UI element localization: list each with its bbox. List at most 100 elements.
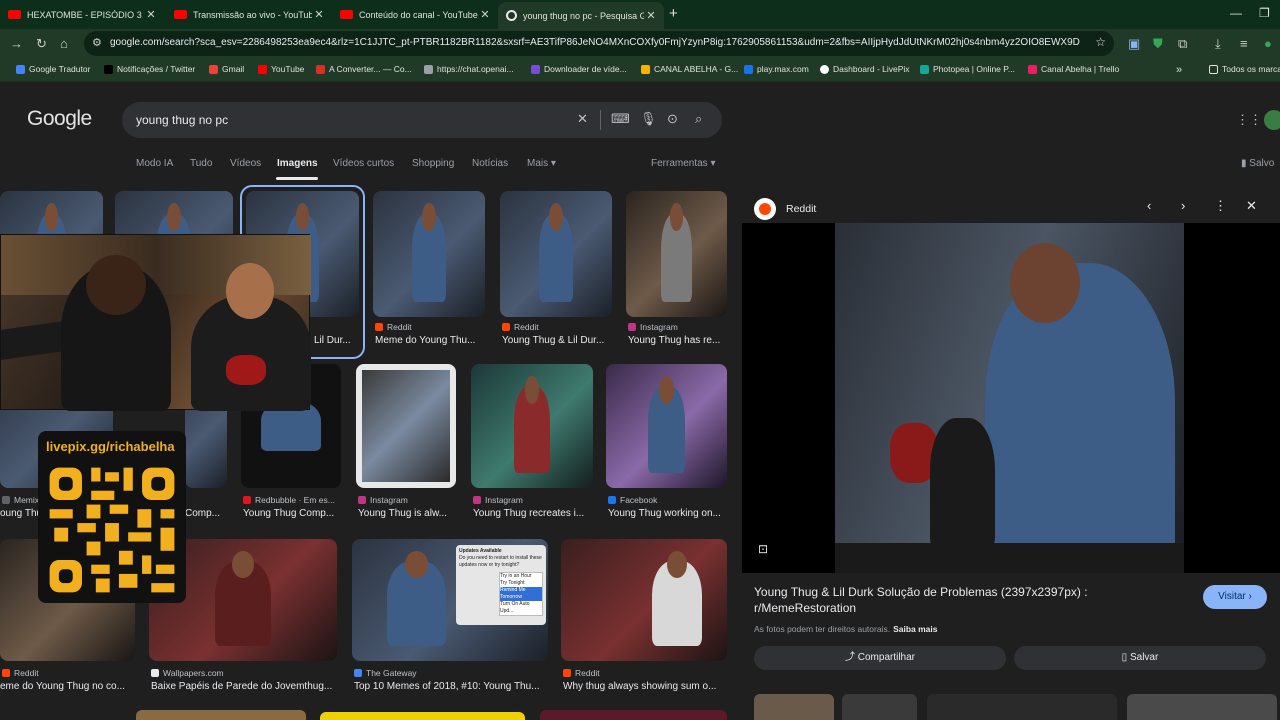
image-result-partial[interactable] (540, 710, 727, 720)
image-result[interactable]: Reddit Why thug always showing sum o... (561, 539, 727, 699)
tab-hexatombe[interactable]: HEXATOMBE - EPISÓDIO 3 - "U...✕ (0, 3, 164, 26)
keyboard-icon[interactable]: ⌨ (611, 111, 630, 127)
bookmark-star-icon[interactable]: ☆ (1095, 35, 1106, 49)
result-title[interactable]: Comp... (185, 508, 227, 519)
result-thumbnail[interactable] (626, 191, 727, 317)
result-title[interactable]: Baixe Papéis de Parede do Jovemthug... (151, 681, 337, 692)
bookmark-converter[interactable]: A Converter... — Co... (316, 64, 412, 74)
search-input[interactable]: young thug no pc (136, 113, 228, 127)
site-info-icon[interactable]: ⚙ (92, 36, 102, 49)
bookmark-gmail[interactable]: Gmail (209, 64, 244, 74)
bookmark-photopea[interactable]: Photopea | Online P... (920, 64, 1015, 74)
saved-link[interactable]: ▮ Salvo (1241, 158, 1274, 169)
tab-shopping[interactable]: Shopping (412, 158, 454, 169)
image-result[interactable]: Instagram Young Thug has re... (626, 191, 727, 356)
bookmark-all[interactable]: Todos os marca... (1209, 64, 1280, 74)
preview-image[interactable] (835, 223, 1184, 573)
result-thumbnail[interactable] (606, 364, 727, 488)
next-icon[interactable]: › (1181, 198, 1185, 213)
bookmark-twitter[interactable]: Notificações / Twitter (104, 64, 195, 74)
tab-ferramentas[interactable]: Ferramentas ▾ (651, 158, 715, 169)
address-bar[interactable]: ⚙ google.com/search?sca_esv=2286498253ea… (84, 31, 1114, 56)
result-thumbnail[interactable] (500, 191, 612, 317)
tab-videos[interactable]: Vídeos (230, 158, 261, 169)
bookmark-livepix[interactable]: Dashboard - LivePix (820, 64, 910, 74)
tab-transmissao[interactable]: Transmissão ao vivo - YouTube S...✕ (166, 3, 332, 26)
related-image[interactable] (754, 694, 834, 720)
bookmark-canal-abelha[interactable]: CANAL ABELHA - G... (641, 64, 738, 74)
tab-tudo[interactable]: Tudo (190, 158, 212, 169)
forward-icon[interactable]: → (10, 36, 23, 51)
result-title[interactable]: Young Thug working on... (608, 508, 728, 519)
visit-button[interactable]: Visitar › (1203, 585, 1267, 609)
google-logo[interactable]: Google (27, 107, 92, 131)
result-title[interactable]: eme do Young Thug no co... (0, 681, 135, 692)
download-icon[interactable]: ⤓ (1215, 36, 1221, 52)
microphone-icon[interactable]: 🎙 (640, 111, 657, 127)
image-result-partial[interactable] (320, 712, 525, 720)
restore-icon[interactable]: ❐ (1259, 6, 1270, 20)
image-result-partial[interactable] (136, 710, 306, 720)
more-bookmarks-icon[interactable]: » (1176, 64, 1182, 76)
result-title[interactable]: Young Thug is alw... (358, 508, 456, 519)
close-icon[interactable]: ✕ (144, 8, 158, 21)
tab-noticias[interactable]: Notícias (472, 158, 508, 169)
bookmark-max[interactable]: play.max.com (744, 64, 809, 74)
previous-icon[interactable]: ‹ (1147, 198, 1151, 213)
result-title[interactable]: Young Thug has re... (628, 335, 728, 346)
tab-imagens[interactable]: Imagens (277, 158, 318, 169)
search-icon[interactable]: ⌕ (695, 111, 702, 127)
bookmark-youtube[interactable]: YouTube (258, 64, 304, 74)
minimize-icon[interactable]: — (1230, 6, 1242, 20)
more-options-icon[interactable]: ⋮ (1214, 198, 1227, 214)
image-result[interactable]: Instagram Young Thug recreates i... (471, 364, 593, 524)
close-icon[interactable]: ✕ (1246, 198, 1257, 214)
tab-google-search[interactable]: young thug no pc - Pesquisa G... ✕ (498, 2, 664, 29)
share-button[interactable]: ⤴ Compartilhar (754, 646, 1006, 670)
panel-source[interactable]: Reddit (754, 198, 816, 220)
extensions-icon[interactable]: ⧉ (1178, 36, 1187, 52)
result-title[interactable]: Meme do Young Thu... (375, 335, 485, 346)
result-title[interactable]: Young Thug & Lil Dur... (502, 335, 614, 346)
tab-videos-curtos[interactable]: Vídeos curtos (333, 158, 394, 169)
image-result[interactable]: Facebook Young Thug working on... (606, 364, 727, 524)
result-title[interactable]: Young Thug Comp... (243, 508, 341, 519)
close-icon[interactable]: ✕ (478, 8, 492, 21)
media-icon[interactable]: ≡ (1240, 36, 1248, 51)
shield-extension-icon[interactable]: ⛊ (1153, 36, 1163, 52)
bookmark-trello[interactable]: Canal Abelha | Trello (1028, 64, 1119, 74)
result-thumbnail[interactable] (373, 191, 485, 317)
tab-mais[interactable]: Mais ▾ (527, 158, 556, 169)
new-tab-icon[interactable]: + (669, 5, 678, 22)
result-title[interactable]: Young Thug recreates i... (473, 508, 593, 519)
image-result[interactable]: Reddit Meme do Young Thu... (373, 191, 485, 356)
image-result[interactable]: Updates Available Do you need to restart … (352, 539, 548, 699)
related-image[interactable] (1127, 694, 1277, 720)
related-image[interactable] (927, 694, 1117, 720)
lens-icon[interactable]: ⊙ (667, 111, 678, 127)
tab-conteudo[interactable]: Conteúdo do canal - YouTube St...✕ (332, 3, 498, 26)
close-icon[interactable]: ✕ (312, 8, 326, 21)
translate-icon[interactable]: ▣ (1128, 36, 1140, 52)
result-thumbnail[interactable] (356, 364, 456, 488)
profile-icon[interactable]: ● (1264, 36, 1272, 51)
bookmark-downloader[interactable]: Downloader de víde... (531, 64, 627, 74)
bookmark-google-tradutor[interactable]: Google Tradutor (16, 64, 90, 74)
learn-more-link[interactable]: Saiba mais (893, 624, 937, 634)
apps-grid-icon[interactable]: ⋮⋮ (1236, 112, 1262, 128)
preview-image-frame[interactable]: ⊡ (742, 223, 1280, 573)
save-button[interactable]: ▯ Salvar (1014, 646, 1266, 670)
clear-icon[interactable]: ✕ (577, 111, 588, 127)
result-thumbnail[interactable] (471, 364, 593, 488)
result-title[interactable]: Why thug always showing sum o... (563, 681, 727, 692)
tab-modo-ia[interactable]: Modo IA (136, 158, 173, 169)
bookmark-chatgpt[interactable]: https://chat.openai... (424, 64, 514, 74)
url-text[interactable]: google.com/search?sca_esv=2286498253ea9e… (110, 37, 1080, 48)
result-thumbnail[interactable] (561, 539, 727, 661)
result-title[interactable]: Lil Dur... (314, 335, 351, 346)
related-image[interactable] (842, 694, 917, 720)
lens-search-icon[interactable]: ⊡ (758, 542, 768, 556)
result-thumbnail[interactable]: Updates Available Do you need to restart … (352, 539, 548, 661)
image-result[interactable]: Reddit Young Thug & Lil Dur... (500, 191, 612, 356)
image-result[interactable]: Instagram Young Thug is alw... (356, 364, 456, 524)
